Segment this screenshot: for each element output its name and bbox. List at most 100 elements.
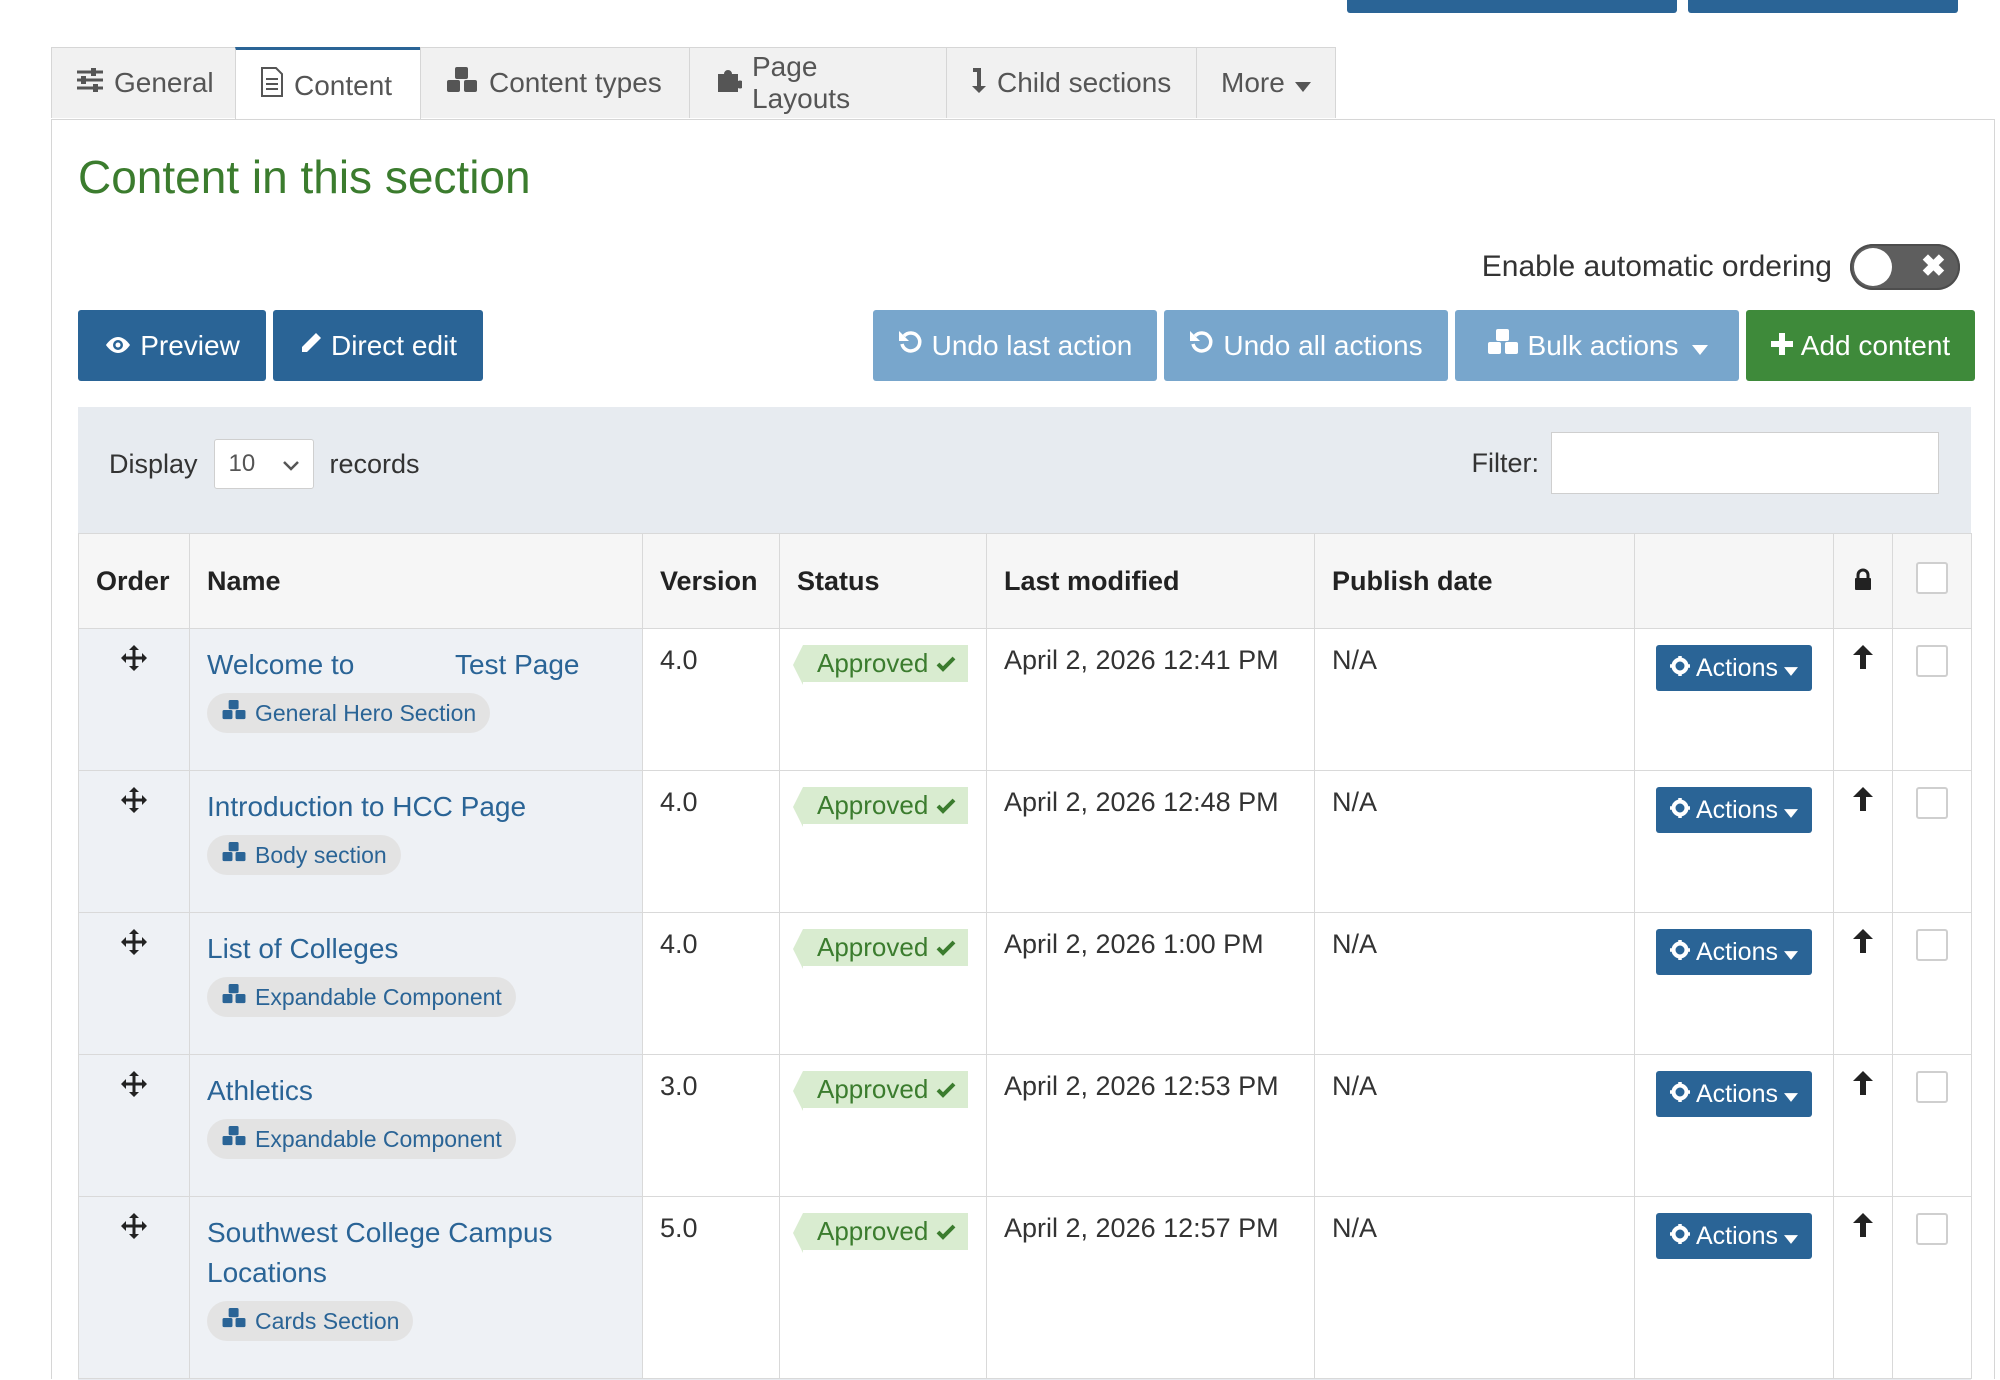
row-checkbox[interactable]: [1916, 1213, 1948, 1245]
status-label: Approved: [817, 648, 929, 678]
undo-all-actions-button[interactable]: Undo all actions: [1164, 310, 1448, 381]
version-cell: 4.0: [642, 770, 780, 913]
actions-button[interactable]: Actions: [1656, 787, 1812, 833]
content-name-link[interactable]: Introduction to HCC Page: [207, 787, 625, 827]
content-type-badge: Body section: [207, 835, 401, 875]
row-checkbox[interactable]: [1916, 929, 1948, 961]
content-name-link[interactable]: Welcome to Test Page: [207, 645, 625, 685]
select-cell: [1892, 1196, 1972, 1379]
column-header-lock: [1833, 533, 1893, 629]
records-per-page-select[interactable]: 10: [213, 439, 314, 489]
top-button-right[interactable]: [1688, 0, 1958, 13]
column-header-version[interactable]: Version: [642, 533, 780, 629]
table-row: Southwest College Campus Locations Cards…: [78, 1196, 1972, 1379]
arrow-up-icon[interactable]: [1852, 929, 1874, 959]
column-header-name[interactable]: Name: [189, 533, 643, 629]
close-icon: ✖: [1920, 250, 1946, 283]
undo-last-action-button[interactable]: Undo last action: [873, 310, 1157, 381]
content-name-link[interactable]: Southwest College Campus Locations: [207, 1213, 625, 1293]
move-icon[interactable]: [121, 645, 147, 677]
column-header-order[interactable]: Order: [78, 533, 190, 629]
check-icon: [936, 1216, 956, 1247]
actions-button[interactable]: Actions: [1656, 1213, 1812, 1259]
tab-child-sections[interactable]: Child sections: [946, 47, 1197, 118]
direct-edit-button[interactable]: Direct edit: [273, 310, 483, 381]
tab-label: More: [1221, 67, 1285, 98]
tab-content[interactable]: Content: [235, 47, 421, 121]
display-label: Display: [109, 448, 198, 479]
move-icon[interactable]: [121, 929, 147, 961]
status-cell: Approved: [779, 770, 987, 913]
move-icon[interactable]: [121, 1071, 147, 1103]
select-cell: [1892, 628, 1972, 771]
tab-label: Child sections: [997, 67, 1172, 98]
actions-button[interactable]: Actions: [1656, 1071, 1812, 1117]
caret-down-icon: [1692, 330, 1709, 362]
tab-page-layouts[interactable]: Page Layouts: [689, 47, 947, 118]
move-up-cell: [1833, 912, 1893, 1055]
last-modified-cell: April 2, 2026 12:53 PM: [986, 1054, 1315, 1197]
publish-date-cell: N/A: [1314, 1196, 1635, 1379]
select-cell: [1892, 912, 1972, 1055]
status-label: Approved: [817, 1216, 929, 1246]
preview-button[interactable]: Preview: [78, 310, 266, 381]
toggle-knob: [1854, 248, 1892, 286]
automatic-ordering-toggle[interactable]: ✖: [1850, 244, 1960, 290]
status-badge: Approved: [792, 1213, 969, 1253]
select-all-checkbox[interactable]: [1916, 561, 1948, 594]
content-name-link[interactable]: List of Colleges: [207, 929, 625, 969]
column-header-publish-date[interactable]: Publish date: [1314, 533, 1635, 629]
status-cell: Approved: [779, 1196, 987, 1379]
filter: Filter:: [1472, 432, 1939, 494]
row-checkbox[interactable]: [1916, 787, 1948, 819]
status-badge: Approved: [792, 1071, 969, 1111]
status-cell: Approved: [779, 628, 987, 771]
automatic-ordering-label: Enable automatic ordering: [1481, 250, 1832, 283]
actions-label: Actions: [1696, 1079, 1778, 1108]
column-header-status[interactable]: Status: [779, 533, 987, 629]
publish-date-cell: N/A: [1314, 770, 1635, 913]
status-label: Approved: [817, 790, 929, 820]
arrow-up-icon[interactable]: [1852, 787, 1874, 817]
actions-cell: Actions: [1634, 912, 1834, 1055]
gear-icon: [1670, 1222, 1690, 1251]
arrow-up-icon[interactable]: [1852, 1071, 1874, 1101]
content-name-link[interactable]: Athletics: [207, 1071, 625, 1111]
actions-button[interactable]: Actions: [1656, 929, 1812, 975]
tab-content-types[interactable]: Content types: [420, 47, 690, 118]
move-icon[interactable]: [121, 1213, 147, 1245]
order-cell: [78, 628, 190, 771]
records-per-page-value: 10: [228, 450, 256, 477]
arrow-up-icon[interactable]: [1852, 645, 1874, 675]
tab-label: Content types: [489, 67, 662, 98]
row-checkbox[interactable]: [1916, 1071, 1948, 1103]
actions-label: Actions: [1696, 653, 1778, 682]
name-cell: Southwest College Campus Locations Cards…: [189, 1196, 643, 1379]
table-row: Athletics Expandable Component 3.0 Appro…: [78, 1054, 1972, 1197]
actions-label: Actions: [1696, 795, 1778, 824]
version-cell: 3.0: [642, 1054, 780, 1197]
last-modified-cell: April 2, 2026 12:57 PM: [986, 1196, 1315, 1379]
tab-more[interactable]: More: [1196, 47, 1336, 118]
caret-down-icon: [1783, 1222, 1798, 1251]
last-modified-cell: April 2, 2026 12:48 PM: [986, 770, 1315, 913]
add-content-button[interactable]: Add content: [1746, 310, 1975, 381]
move-up-cell: [1833, 628, 1893, 771]
filter-input[interactable]: [1551, 432, 1939, 494]
move-up-cell: [1833, 770, 1893, 913]
content-type-label: Expandable Component: [255, 1125, 502, 1152]
page-title: Content in this section: [78, 151, 531, 203]
top-button-left[interactable]: [1347, 0, 1677, 13]
row-checkbox[interactable]: [1916, 645, 1948, 677]
bulk-actions-button[interactable]: Bulk actions: [1455, 310, 1739, 381]
column-header-last-modified[interactable]: Last modified: [986, 533, 1315, 629]
actions-button[interactable]: Actions: [1656, 645, 1812, 691]
tab-general[interactable]: General: [51, 47, 236, 118]
status-badge: Approved: [792, 645, 969, 685]
arrow-up-icon[interactable]: [1852, 1213, 1874, 1243]
name-cell: Welcome to Test Page General Hero Sectio…: [189, 628, 643, 771]
content-panel: Content in this section Enable automatic…: [51, 119, 1995, 1380]
move-icon[interactable]: [121, 787, 147, 819]
status-label: Approved: [817, 1074, 929, 1104]
check-icon: [936, 648, 956, 679]
